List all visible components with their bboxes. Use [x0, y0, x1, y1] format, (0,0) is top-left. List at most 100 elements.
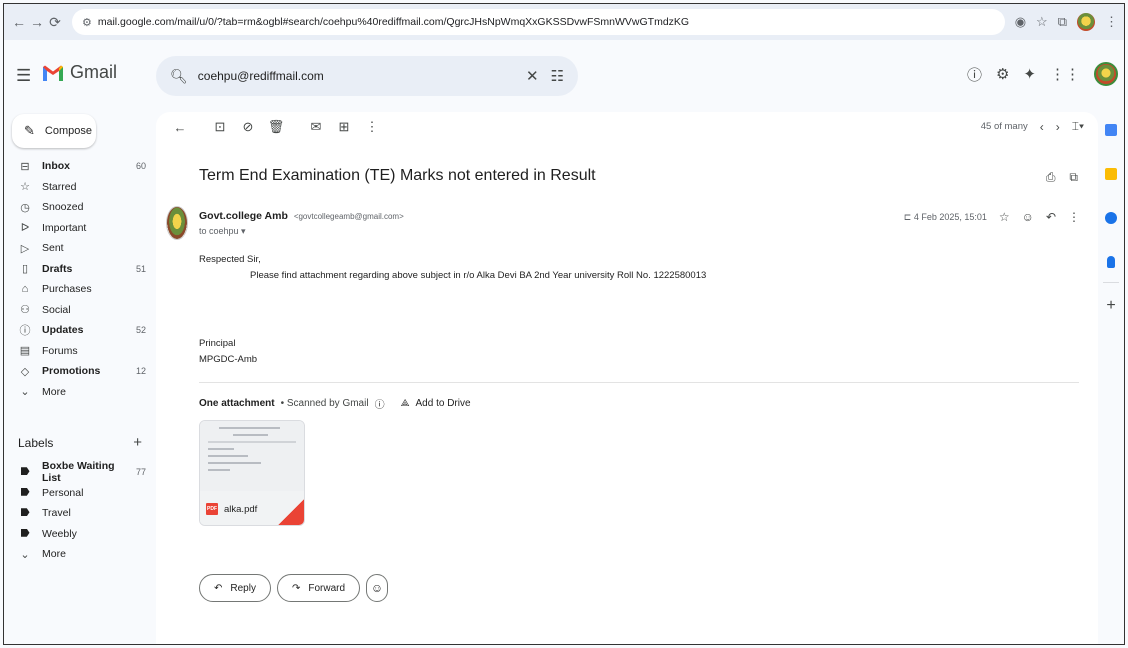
- bookmark-star-icon[interactable]: ☆: [1036, 14, 1048, 30]
- older-chevron-right-icon[interactable]: ›: [1056, 120, 1060, 134]
- forward-button[interactable]: ↷ Forward: [276, 574, 361, 602]
- browser-toolbar: ← → ⟳ ⚙ mail.google.com/mail/u/0/?tab=rm…: [4, 4, 1124, 40]
- newer-chevron-left-icon[interactable]: ‹: [1040, 120, 1044, 134]
- people-icon: ⚇: [20, 304, 30, 317]
- apps-grid-icon[interactable]: ⋮⋮: [1050, 65, 1080, 83]
- sidebar-item-sent[interactable]: ▷ Sent: [4, 238, 156, 259]
- main-menu-icon[interactable]: ☰: [16, 66, 31, 86]
- reply-button[interactable]: ↶ Reply: [199, 574, 271, 602]
- gmail-logo[interactable]: Gmail: [42, 62, 117, 83]
- search-input[interactable]: coehpu@rediffmail.com: [198, 69, 526, 83]
- add-to-drive-label: Add to Drive: [415, 398, 471, 409]
- email-signature-title: Principal: [199, 338, 236, 349]
- search-options-icon[interactable]: ☷: [551, 67, 564, 85]
- sidebar-item-starred[interactable]: ☆ Starred: [4, 177, 156, 198]
- back-to-list-arrow-icon[interactable]: ←: [168, 120, 192, 135]
- reply-label: Reply: [230, 582, 256, 594]
- info-icon: ⓘ: [19, 325, 31, 338]
- extension-icon[interactable]: ◉: [1015, 14, 1026, 30]
- attachments-header: One attachment • Scanned by Gmail ⓘ ⟁ Ad…: [199, 396, 471, 411]
- archive-icon[interactable]: ⊡: [208, 119, 232, 135]
- chevron-down-icon: ⌄: [20, 386, 30, 399]
- message-more-icon[interactable]: ⋮: [1068, 210, 1080, 224]
- profile-avatar[interactable]: [1077, 13, 1095, 31]
- tasks-icon[interactable]: [1105, 212, 1117, 224]
- move-to-icon[interactable]: ⊞: [332, 119, 356, 135]
- reply-arrow-icon[interactable]: ↶: [1046, 210, 1056, 224]
- sidebar-item-label: Sent: [42, 242, 64, 255]
- reload-icon[interactable]: ⟳: [46, 11, 64, 33]
- sidebar-item-snoozed[interactable]: ◷ Snoozed: [4, 197, 156, 218]
- label-item-label: Boxbe Waiting List: [42, 460, 115, 485]
- search-icon[interactable]: 🔍︎: [170, 68, 188, 85]
- open-new-window-icon[interactable]: ⧉: [1069, 170, 1078, 185]
- label-item-weebly[interactable]: Weebly: [4, 524, 156, 545]
- help-icon[interactable]: ⓘ: [967, 64, 982, 85]
- emoji-reaction-button[interactable]: ☺: [366, 574, 389, 602]
- sidebar-item-forums[interactable]: ▤ Forums: [4, 341, 156, 362]
- scan-info-icon[interactable]: ⓘ: [375, 396, 385, 411]
- pencil-icon: ✎: [24, 123, 35, 138]
- sender-name[interactable]: Govt.college Amb: [199, 210, 288, 222]
- sidebar-item-count: 12: [135, 366, 146, 377]
- sidebar-item-inbox[interactable]: ⊟ Inbox 60: [4, 156, 156, 177]
- labels-more[interactable]: ⌄ More: [4, 544, 156, 565]
- label-item-travel[interactable]: Travel: [4, 503, 156, 524]
- sidebar-item-label: Promotions: [42, 365, 101, 378]
- get-addons-plus-icon[interactable]: +: [1106, 297, 1115, 315]
- clear-search-icon[interactable]: ✕: [526, 67, 539, 85]
- sidebar-item-drafts[interactable]: ▯ Drafts 51: [4, 259, 156, 280]
- star-message-icon[interactable]: ☆: [999, 210, 1010, 224]
- labels-list: Boxbe Waiting List 77 Personal Travel We…: [4, 460, 156, 565]
- more-options-icon[interactable]: ⋮: [360, 119, 384, 135]
- sidebar-item-social[interactable]: ⚇ Social: [4, 300, 156, 321]
- sidebar-item-promotions[interactable]: ◇ Promotions 12: [4, 361, 156, 382]
- send-icon: ▷: [20, 242, 30, 255]
- email-greeting: Respected Sir,: [199, 254, 261, 265]
- site-info-icon[interactable]: ⚙: [82, 16, 92, 29]
- sidebar-item-label: Important: [42, 221, 87, 234]
- draft-icon: ▯: [21, 263, 29, 276]
- label-item-boxbe[interactable]: Boxbe Waiting List 77: [4, 460, 156, 485]
- sidebar-item-purchases[interactable]: ⌂ Purchases: [4, 279, 156, 300]
- label-item-label: Travel: [42, 507, 71, 520]
- print-icon[interactable]: ⎙: [1046, 170, 1056, 185]
- input-tools-icon[interactable]: ⌶▾: [1072, 119, 1084, 134]
- sidebar-item-label: Social: [42, 303, 71, 316]
- browser-menu-icon[interactable]: ⋮: [1105, 14, 1118, 30]
- forward-arrow-icon[interactable]: →: [28, 11, 46, 33]
- sender-email: <govtcollegeamb@gmail.com>: [293, 212, 404, 221]
- rail-separator: [1103, 282, 1119, 283]
- label-item-personal[interactable]: Personal: [4, 483, 156, 504]
- attachment-card[interactable]: PDF alka.pdf: [199, 420, 305, 526]
- create-label-plus-icon[interactable]: +: [133, 434, 142, 451]
- account-avatar[interactable]: [1094, 62, 1118, 86]
- keep-icon[interactable]: [1105, 168, 1117, 180]
- calendar-icon[interactable]: [1105, 124, 1117, 136]
- message-view: ← ⊡ ⊘ 🗑︎ ✉ ⊞ ⋮ 45 of many ‹ › ⌶▾ Term En…: [156, 112, 1098, 644]
- delete-trash-icon[interactable]: 🗑︎: [264, 119, 288, 135]
- label-tag-icon: [18, 466, 32, 478]
- gmail-header: ☰ Gmail 🔍︎ coehpu@rediffmail.com ✕ ☷ ⓘ ⚙…: [4, 40, 1124, 112]
- mark-unread-icon[interactable]: ✉: [304, 119, 328, 135]
- back-arrow-icon[interactable]: ←: [10, 11, 28, 33]
- sidebar-item-label: Updates: [42, 324, 84, 337]
- compose-button[interactable]: ✎ Compose: [12, 114, 96, 148]
- report-spam-icon[interactable]: ⊘: [236, 119, 260, 135]
- sidebar-item-important[interactable]: ᐅ Important: [4, 218, 156, 239]
- attachment-filename: alka.pdf: [224, 503, 258, 515]
- sidebar-item-more[interactable]: ⌄ More: [4, 382, 156, 403]
- recipient-details[interactable]: to coehpu ▾: [199, 226, 246, 237]
- search-bar[interactable]: 🔍︎ coehpu@rediffmail.com ✕ ☷: [156, 56, 578, 96]
- email-body: Please find attachment regarding above s…: [250, 270, 707, 281]
- sidebar-item-updates[interactable]: ⓘ Updates 52: [4, 320, 156, 341]
- settings-gear-icon[interactable]: ⚙: [996, 65, 1009, 83]
- extensions-puzzle-icon[interactable]: ⧉: [1058, 14, 1067, 30]
- add-to-drive-button[interactable]: ⟁ Add to Drive: [401, 398, 471, 409]
- sender-avatar[interactable]: [166, 206, 188, 240]
- address-bar[interactable]: ⚙ mail.google.com/mail/u/0/?tab=rm&ogbl#…: [72, 9, 1005, 35]
- gemini-sparkle-icon[interactable]: ✦: [1023, 65, 1036, 83]
- contacts-icon[interactable]: [1107, 256, 1115, 268]
- screen-frame: ← → ⟳ ⚙ mail.google.com/mail/u/0/?tab=rm…: [3, 3, 1125, 645]
- emoji-react-icon[interactable]: ☺: [1022, 210, 1034, 224]
